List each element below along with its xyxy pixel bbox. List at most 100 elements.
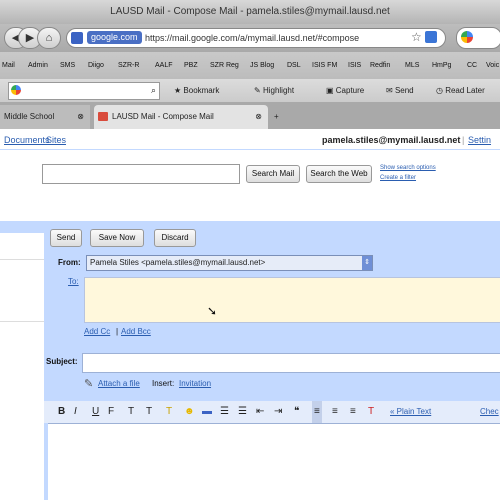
tab-compose-mail[interactable]: LAUSD Mail - Compose Mail ⊗: [94, 105, 268, 129]
selected-nav-item[interactable]: [0, 221, 44, 233]
bookmark-item[interactable]: JS Blog: [250, 52, 274, 79]
from-label: From:: [58, 258, 81, 267]
send-icon: ✉: [386, 86, 395, 95]
bookmarks-bar: Mail Admin SMS Diigo SZR-R AALF PBZ SZR …: [0, 52, 500, 79]
bookmark-item[interactable]: CC: [467, 52, 477, 79]
site-identity-badge[interactable]: google.com: [87, 31, 142, 44]
bookmark-item[interactable]: Voic: [486, 52, 499, 79]
google-logo-icon: [11, 85, 21, 95]
emoticon-icon[interactable]: ☻: [184, 401, 195, 423]
documents-link[interactable]: Documents: [4, 135, 50, 145]
toolbar-read-later-button[interactable]: ◷ Read Later: [436, 79, 485, 102]
bookmark-item[interactable]: SMS: [60, 52, 75, 79]
to-label-link[interactable]: To:: [68, 277, 79, 286]
align-right-icon[interactable]: ≡: [350, 401, 356, 423]
bookmark-item[interactable]: Diigo: [88, 52, 104, 79]
from-select[interactable]: Pamela Stiles <pamela.stiles@mymail.laus…: [86, 255, 373, 271]
numbered-list-icon[interactable]: ☰: [220, 401, 229, 423]
bulleted-list-icon[interactable]: ☰: [238, 401, 247, 423]
window-title: LAUSD Mail - Compose Mail - pamela.stile…: [110, 6, 390, 17]
show-search-options-link[interactable]: Show search options: [380, 165, 436, 171]
bookmark-item[interactable]: Mail: [2, 52, 15, 79]
add-cc-link[interactable]: Add Cc: [84, 327, 110, 336]
italic-icon[interactable]: I: [74, 401, 77, 423]
underline-icon[interactable]: U: [92, 401, 99, 423]
search-web-button[interactable]: Search the Web: [306, 165, 372, 183]
bookmark-item[interactable]: HmPg: [432, 52, 451, 79]
header-divider: [0, 149, 500, 150]
highlight-color-icon[interactable]: T: [166, 401, 172, 423]
toolbar-capture-button[interactable]: ▣ Capture: [326, 79, 364, 102]
link-icon[interactable]: ▬: [202, 401, 212, 423]
send-button[interactable]: Send: [50, 229, 82, 247]
browser-search-field[interactable]: [456, 27, 500, 49]
user-email: pamela.stiles@mymail.lausd.net: [322, 135, 461, 145]
nav-divider: [0, 321, 44, 322]
bookmark-item[interactable]: MLS: [405, 52, 419, 79]
bookmark-item[interactable]: Redfin: [370, 52, 390, 79]
font-size-icon[interactable]: T: [128, 401, 134, 423]
bookmark-star-icon: ★: [174, 86, 184, 95]
tab-close-icon[interactable]: ⊗: [255, 105, 262, 129]
tab-bar: Middle School ⊗ LAUSD Mail - Compose Mai…: [0, 102, 500, 129]
plain-text-link[interactable]: « Plain Text: [390, 407, 431, 416]
indent-more-icon[interactable]: ⇥: [274, 401, 282, 423]
mail-search-input[interactable]: [42, 164, 240, 184]
highlighter-icon: ✎: [254, 86, 263, 95]
bold-icon[interactable]: B: [58, 401, 65, 423]
toolbar-bookmark-button[interactable]: ★ Bookmark: [174, 79, 219, 102]
bookmark-item[interactable]: ISIS FM: [312, 52, 337, 79]
url-text[interactable]: https://mail.google.com/a/mymail.lausd.n…: [145, 31, 359, 45]
subject-input[interactable]: [82, 353, 500, 373]
url-bar[interactable]: google.com https://mail.google.com/a/mym…: [66, 28, 446, 48]
text-color-icon[interactable]: T: [146, 401, 152, 423]
home-button[interactable]: ⌂: [37, 27, 61, 49]
quote-icon[interactable]: ❝: [294, 401, 299, 423]
gmail-page: Documents Sites pamela.stiles@mymail.lau…: [0, 129, 500, 501]
font-icon[interactable]: F: [108, 401, 114, 423]
tab-middle-school[interactable]: Middle School ⊗: [0, 105, 90, 129]
remove-formatting-icon[interactable]: T: [368, 401, 374, 423]
google-toolbar-search-input[interactable]: ⌕: [8, 82, 160, 100]
create-filter-link[interactable]: Create a filter: [380, 175, 416, 181]
bookmark-item[interactable]: DSL: [287, 52, 301, 79]
google-logo-icon: [461, 31, 473, 43]
search-icon[interactable]: ⌕: [151, 83, 156, 97]
bookmark-item[interactable]: SZR-R: [118, 52, 139, 79]
google-toolbar: ⌕ ★ Bookmark ✎ Highlight ▣ Capture ✉ Sen…: [0, 79, 500, 102]
discard-button[interactable]: Discard: [154, 229, 196, 247]
toolbar-highlight-button[interactable]: ✎ Highlight: [254, 79, 294, 102]
insert-label: Insert:: [152, 379, 175, 388]
settings-link[interactable]: Settin: [468, 135, 491, 145]
tab-close-icon[interactable]: ⊗: [77, 105, 84, 129]
compose-panel: Send Save Now Discard From: Pamela Stile…: [44, 221, 500, 501]
bookmark-item[interactable]: PBZ: [184, 52, 198, 79]
formatting-toolbar: B I U F T T T ☻ ▬ ☰ ☰ ⇤ ⇥ ❝ ≡ ≡ ≡ T « Pl…: [44, 401, 500, 423]
bookmark-item[interactable]: Admin: [28, 52, 48, 79]
search-mail-button[interactable]: Search Mail: [246, 165, 300, 183]
mouse-pointer-icon: ➘: [207, 304, 218, 318]
check-spelling-link[interactable]: Chec: [480, 407, 499, 416]
align-center-icon[interactable]: ≡: [332, 401, 338, 423]
site-favicon-icon: [71, 32, 83, 44]
attach-file-link[interactable]: Attach a file: [98, 379, 140, 388]
save-now-button[interactable]: Save Now: [90, 229, 144, 247]
align-left-icon[interactable]: ≡: [312, 401, 322, 423]
message-body-editor[interactable]: [48, 423, 500, 501]
invitation-link[interactable]: Invitation: [179, 379, 211, 388]
add-bcc-link[interactable]: Add Bcc: [121, 327, 151, 336]
subject-label: Subject:: [46, 357, 78, 366]
indent-less-icon[interactable]: ⇤: [256, 401, 264, 423]
rss-icon[interactable]: [425, 31, 437, 43]
star-icon[interactable]: ☆: [411, 30, 422, 44]
sites-link[interactable]: Sites: [46, 135, 66, 145]
nav-divider: [0, 259, 44, 260]
bookmark-item[interactable]: ISIS: [348, 52, 361, 79]
bookmark-item[interactable]: AALF: [155, 52, 173, 79]
to-field[interactable]: ➘: [84, 277, 500, 323]
bookmark-item[interactable]: SZR Reg: [210, 52, 239, 79]
toolbar-send-button[interactable]: ✉ Send: [386, 79, 414, 102]
new-tab-button[interactable]: +: [270, 105, 290, 129]
paperclip-icon: ✎: [84, 378, 94, 390]
select-arrows-icon: ⇕: [362, 256, 372, 270]
